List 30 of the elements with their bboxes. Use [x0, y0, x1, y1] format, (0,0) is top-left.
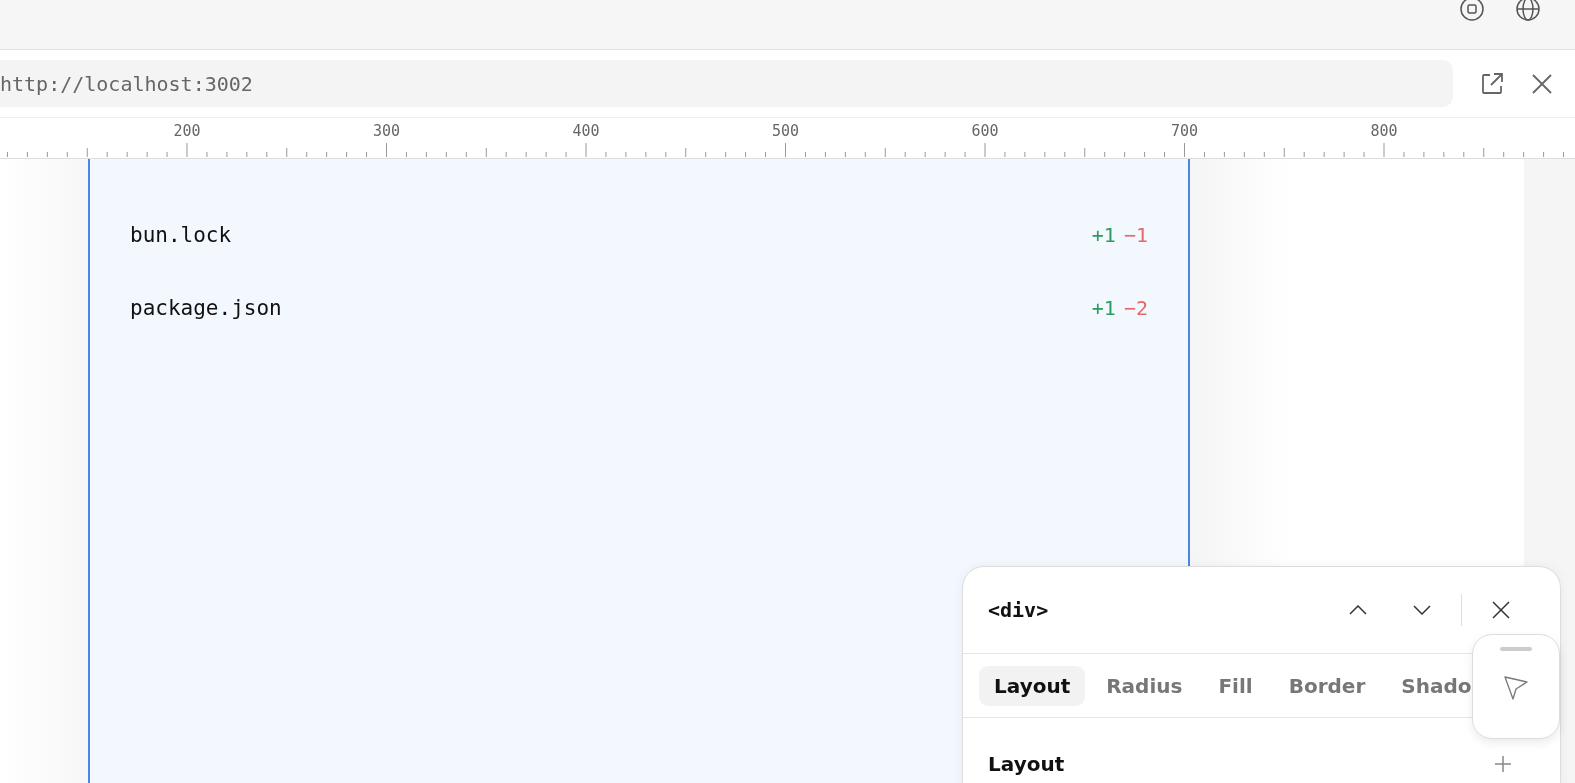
- close-icon[interactable]: [1492, 601, 1510, 619]
- tab[interactable]: Fill: [1203, 665, 1268, 706]
- added-count: +1: [1091, 223, 1116, 247]
- drag-handle[interactable]: [1500, 647, 1532, 651]
- record-icon[interactable]: [1458, 0, 1486, 22]
- element-tag: <div>: [988, 598, 1349, 622]
- chevron-up-icon[interactable]: [1349, 605, 1367, 615]
- tab[interactable]: Border: [1273, 665, 1381, 706]
- ruler-label: 400: [572, 122, 600, 140]
- ruler-label: 600: [971, 122, 999, 140]
- chevron-down-icon[interactable]: [1413, 605, 1431, 615]
- ruler-label: 200: [173, 122, 201, 140]
- globe-icon[interactable]: [1514, 0, 1542, 22]
- cursor-icon[interactable]: [1503, 675, 1529, 701]
- removed-count: −1: [1123, 223, 1148, 247]
- added-count: +1: [1091, 296, 1116, 320]
- close-icon[interactable]: [1531, 72, 1553, 95]
- ruler-label: 500: [771, 122, 800, 140]
- external-link-icon[interactable]: [1479, 70, 1505, 97]
- file-name: package.json: [130, 296, 283, 320]
- ruler-label: 800: [1370, 122, 1398, 140]
- file-name: bun.lock: [130, 223, 233, 247]
- removed-count: −2: [1123, 296, 1148, 320]
- tab[interactable]: Layout: [979, 665, 1086, 706]
- url-field[interactable]: http://localhost:3002: [0, 60, 1453, 107]
- ruler-label: 700: [1170, 122, 1199, 140]
- tab[interactable]: Shado: [1386, 665, 1487, 706]
- ruler-label: 300: [372, 122, 401, 140]
- tab[interactable]: Radius: [1091, 665, 1198, 706]
- section-title: Layout: [988, 752, 1065, 776]
